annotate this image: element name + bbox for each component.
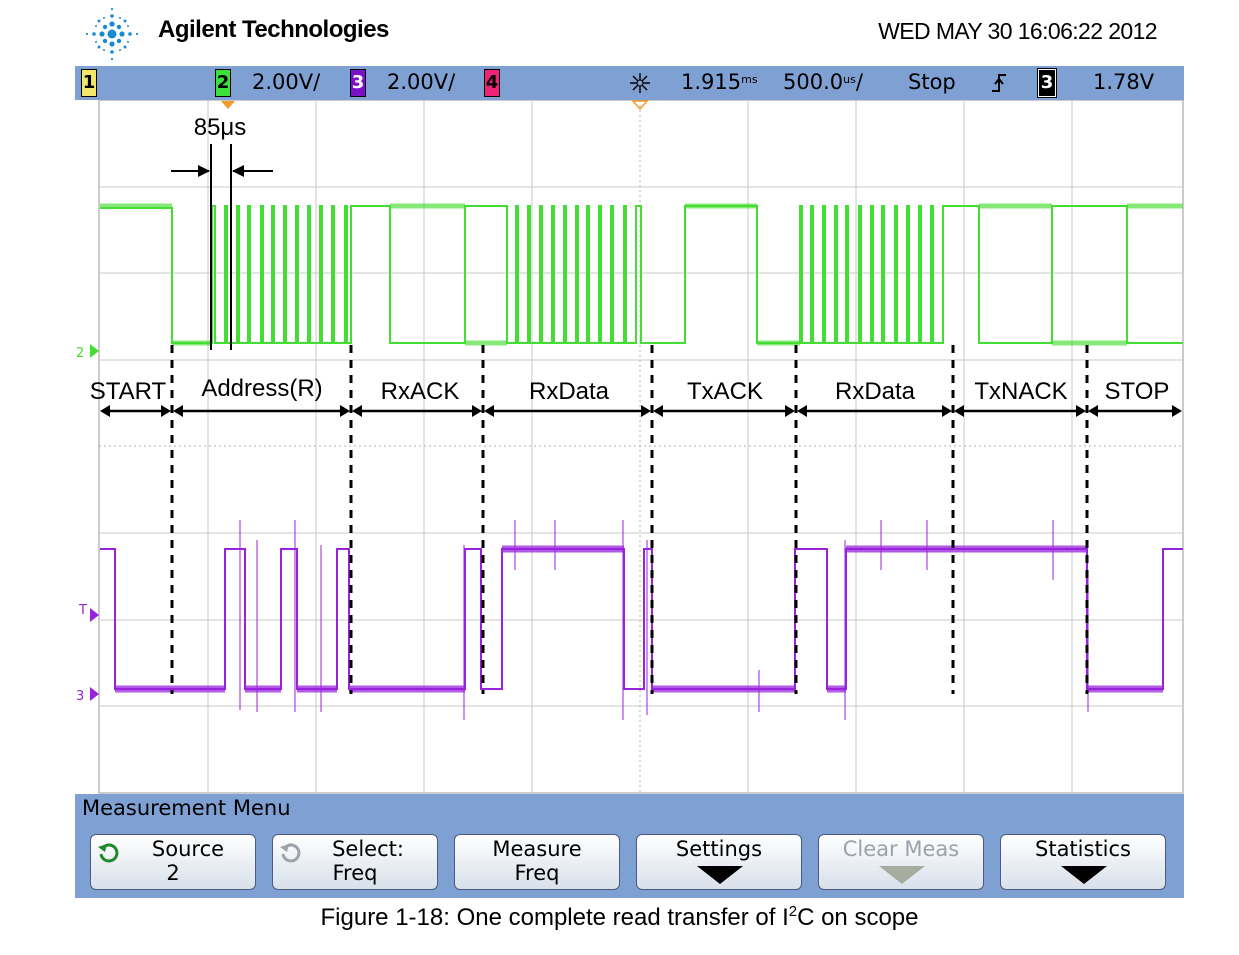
trigger-level: 1.78V xyxy=(1093,70,1155,94)
phase-label-rxdata-2: RxData xyxy=(835,378,916,405)
down-arrow-icon xyxy=(697,866,743,884)
channel-3-button[interactable]: 3 xyxy=(350,69,366,97)
rising-edge-icon xyxy=(992,74,1006,92)
phase-label-rxack: RxACK xyxy=(381,378,460,405)
clear-meas-softkey[interactable]: Clear Meas xyxy=(818,834,984,890)
channel-4-button[interactable]: 4 xyxy=(484,69,500,97)
select-label: Select: xyxy=(332,837,404,861)
timebase-value: 500.0 xyxy=(783,70,844,94)
settings-label: Settings xyxy=(675,837,763,861)
settings-softkey[interactable]: Settings xyxy=(636,834,802,890)
source-softkey[interactable]: Source 2 xyxy=(90,834,256,890)
header: Agilent Technologies WED MAY 30 16:06:22… xyxy=(0,0,1239,66)
figure-caption: Figure 1-18: One complete read transfer … xyxy=(0,903,1239,932)
statistics-label: Statistics xyxy=(1035,837,1131,861)
pulse-width-label: 85μs xyxy=(194,114,247,141)
phase-label-txack: TxACK xyxy=(687,378,763,405)
channel-2-marker: 2 xyxy=(76,346,84,361)
channel-3-scale: 2.00V/ xyxy=(387,70,456,94)
clear-meas-label: Clear Meas xyxy=(842,837,960,861)
select-value: Freq xyxy=(332,861,378,885)
statistics-softkey[interactable]: Statistics xyxy=(1000,834,1166,890)
channel-2-button[interactable]: 2 xyxy=(215,69,231,97)
measurement-menu: Measurement Menu Source 2 Select: Freq M… xyxy=(75,794,1184,898)
down-arrow-icon xyxy=(1061,866,1107,884)
timebase-suffix: / xyxy=(855,70,863,94)
scope-display: 2 T 3 85μs START Address(R) RxACK RxData… xyxy=(75,100,1184,794)
channel-1-button[interactable]: 1 xyxy=(81,69,97,97)
brand-name: Agilent Technologies xyxy=(158,16,389,43)
select-softkey[interactable]: Select: Freq xyxy=(272,834,438,890)
timebase: 500.0us/ xyxy=(783,70,863,94)
caption-prefix: Figure 1-18: One complete read transfer … xyxy=(320,904,789,931)
phase-label-start: START xyxy=(90,378,167,405)
caption-suffix: C on scope xyxy=(797,904,919,931)
time-offset: 1.915ms xyxy=(681,70,758,94)
caption-superscript: 2 xyxy=(788,903,798,920)
run-state: Stop xyxy=(908,70,956,94)
datetime: WED MAY 30 16:06:22 2012 xyxy=(878,18,1157,44)
phase-label-stop: STOP xyxy=(1105,378,1170,405)
trigger-marker: T xyxy=(78,603,87,618)
phase-label-txnack: TxNACK xyxy=(974,378,1067,405)
source-label: Source xyxy=(151,837,225,861)
timebase-unit: us xyxy=(843,73,856,86)
agilent-spark-logo-icon xyxy=(85,7,139,61)
source-value: 2 xyxy=(166,861,180,885)
time-offset-value: 1.915 xyxy=(681,70,742,94)
down-arrow-icon xyxy=(879,866,925,884)
waveform-area: 2 T 3 85μs START Address(R) RxACK RxData… xyxy=(75,100,1184,794)
time-offset-unit: ms xyxy=(741,73,758,86)
horizontal-position-icon xyxy=(630,73,650,93)
menu-title: Measurement Menu xyxy=(82,796,291,820)
measure-value: Freq xyxy=(514,861,560,885)
channel-2-scale: 2.00V/ xyxy=(252,70,321,94)
channel-3-marker: 3 xyxy=(76,689,84,704)
trigger-channel-indicator: 3 xyxy=(1037,68,1057,98)
measure-softkey[interactable]: Measure Freq xyxy=(454,834,620,890)
phase-label-rxdata-1: RxData xyxy=(529,378,610,405)
status-bar: 1 2 2.00V/ 3 2.00V/ 4 1.915ms 500.0us/ S… xyxy=(75,66,1184,100)
phase-label-address: Address(R) xyxy=(201,375,322,402)
measure-label: Measure xyxy=(492,837,582,861)
